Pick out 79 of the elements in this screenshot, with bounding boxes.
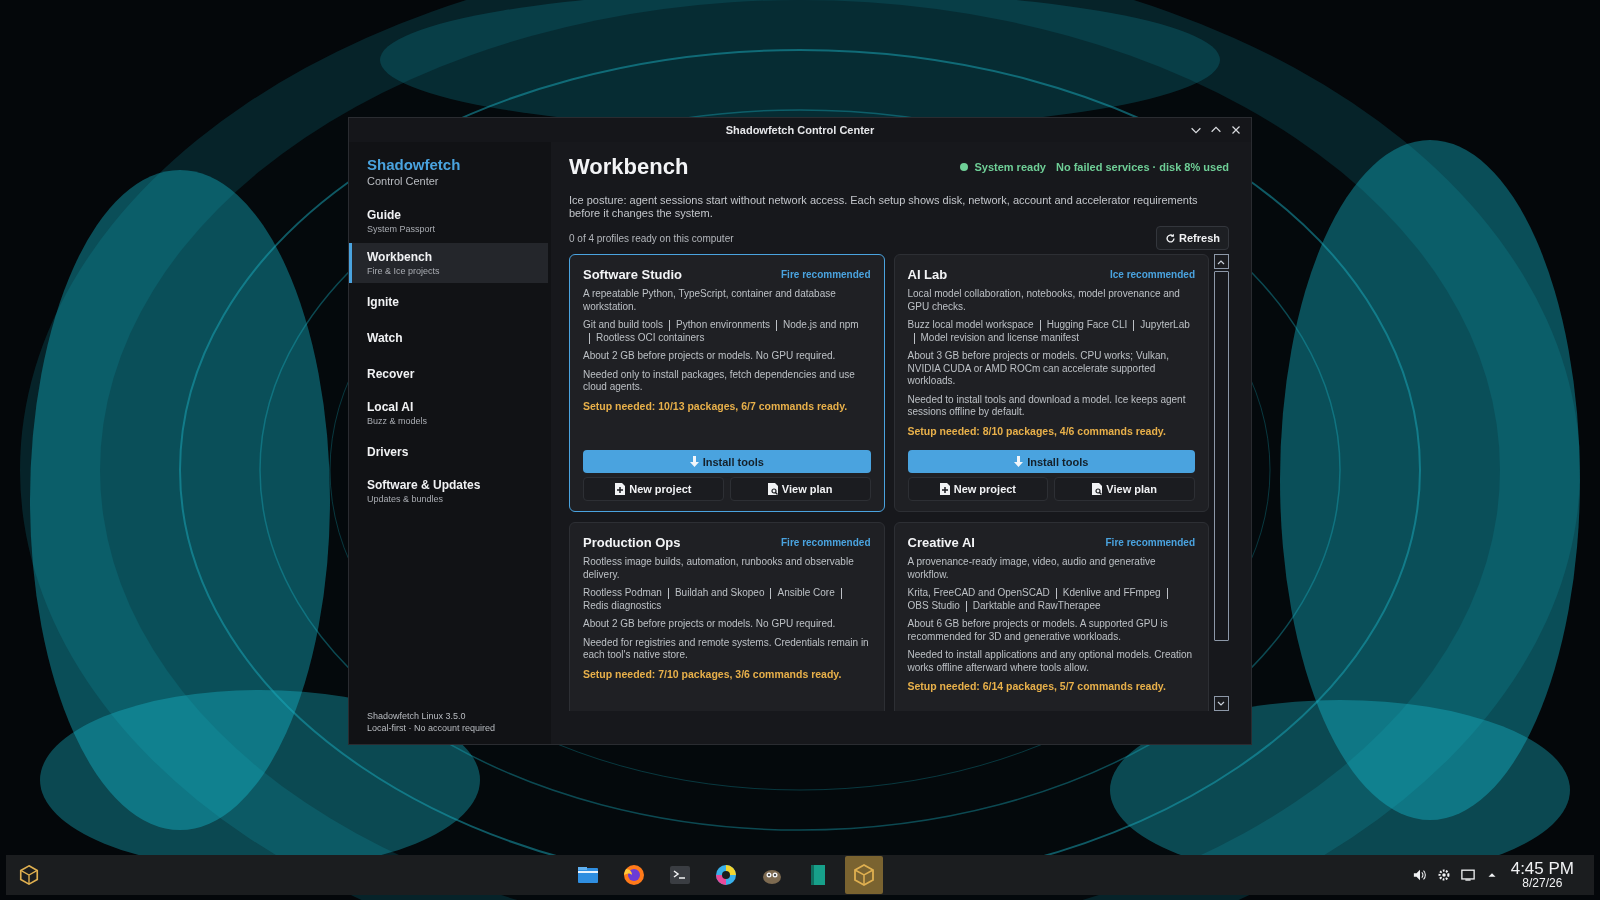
item-label: Software & Updates [367,478,482,492]
setup-status: Setup needed: 8/10 packages, 4/6 commands ready. [907,424,1167,438]
tool-name: OBS Studio [907,599,960,612]
status-detail: No failed services · disk 8% used [1055,161,1229,173]
card-description: A provenance-ready image, video, audio and generative workflow. [907,556,1157,581]
install-button[interactable]: Install tools [907,450,1195,473]
tool-name: Darktable and RawTherapee [972,599,1101,612]
item-subtitle: System Passport [367,224,437,234]
disk-requirement: About 3 GB before projects or models. CPU works; Vulkan, NVIDIA CUDA or AMD ROCm can accelerate supported workloads. [907,350,1170,388]
item-label: Drivers [367,445,410,459]
sidebar-item[interactable]: Drivers [349,435,548,469]
item-label: Watch [367,331,404,345]
sidebar-item[interactable]: Workbench Fire & Ice projects [349,243,548,283]
version-text: Shadowfetch Linux 3.5.0 [367,710,467,722]
item-label: Workbench [367,250,434,264]
card-description: Local model collaboration, notebooks, model provenance and GPU checks. [907,288,1181,313]
card-description: Rootless image builds, automation, runbooks and observable delivery. [583,556,855,581]
tool-name: Buildah and Skopeo [674,587,765,600]
new-project-button[interactable]: New project [583,477,724,501]
tool-name: Model revision and license manifest [920,331,1079,344]
tool-name: Krita, FreeCAD and OpenSCAD [907,587,1050,600]
tool-name: Node.js and npm [783,319,859,332]
disk-requirement: About 6 GB before projects or models. A supported GPU is recommended for 3D and generative workloads. [907,618,1169,643]
tool-name: JupyterLab [1140,319,1190,332]
sidebar-item[interactable]: Ignite [349,285,548,319]
recommendation-label: Fire recommended [781,537,871,548]
recommendation-label: Fire recommended [781,269,871,280]
refresh-button[interactable]: Refresh [1156,226,1229,250]
network-requirement: Needed to install applications and any optional models. Creation works offline afterward where tools allow. [907,649,1194,674]
network-requirement: Needed only to install packages, fetch dependencies and use cloud agents. [583,368,856,394]
page-heading: Workbench [569,154,689,180]
install-button[interactable]: Install tools [583,450,871,473]
network-requirement: Needed for registries and remote systems. Credentials remain in each tool's native store. [583,636,870,662]
sidebar-item[interactable]: Software & Updates Updates & bundles [349,471,548,511]
card-title: Production Ops [583,535,681,550]
card-title: AI Lab [907,267,948,282]
setup-status: Setup needed: 10/13 packages, 6/7 commands ready. [583,399,849,413]
item-subtitle: Updates & bundles [367,494,445,504]
setup-status: Setup needed: 6/14 packages, 5/7 commands ready. [907,680,1167,693]
tool-name: Python environments [676,319,770,332]
sidebar-item[interactable]: Recover [349,357,548,391]
status-label: System ready [974,161,1046,173]
profile-summary: 0 of 4 profiles ready on this computer [569,232,734,244]
app-subtitle: Control Center [367,175,440,187]
app-name: Shadowfetch [367,156,462,173]
disk-requirement: About 2 GB before projects or models. No GPU required. [583,350,837,363]
network-requirement: Needed to install tools and download a model. Ice keeps agent sessions offline by default. [907,393,1187,419]
view-plan-button[interactable]: View plan [729,477,871,501]
card-title: Creative AI [907,535,975,550]
sidebar-item[interactable]: Local AI Buzz & models [349,393,548,433]
recommendation-label: Fire recommended [1105,537,1195,548]
setup-status: Setup needed: 7/10 packages, 3/6 commands ready. [583,667,843,681]
item-subtitle: Buzz & models [367,416,429,426]
disk-requirement: About 2 GB before projects or models. No GPU required. [583,618,837,631]
tool-name: Hugging Face CLI [1046,319,1128,332]
new-project-button[interactable]: New project [907,477,1049,501]
item-label: Guide [367,208,402,222]
tool-name: Git and build tools [583,319,664,332]
item-label: Local AI [367,400,415,414]
card-title: Software Studio [583,267,682,282]
view-plan-button[interactable]: View plan [1054,477,1195,501]
tool-name: Rootless OCI containers [596,331,705,344]
clock-date: 8/27/26 [1522,877,1563,890]
tool-name: Ansible Core [777,587,835,600]
item-subtitle: Fire & Ice projects [367,266,441,276]
item-label: Recover [367,367,416,381]
item-label: Ignite [367,295,400,309]
tool-name: Kdenlive and FFmpeg [1062,587,1161,600]
intro-text: Ice posture: agent sessions start without network access. Each setup shows disk, network, account and accelerator requirements before it changes the system. [569,194,1199,220]
card-description: A repeatable Python, TypeScript, container and database workstation. [583,288,837,313]
tool-name: Rootless Podman [583,587,662,600]
tool-name: Buzz local model workspace [907,319,1034,332]
tool-name: Redis diagnostics [583,599,662,612]
sidebar-item[interactable]: Guide System Passport [349,201,548,241]
window-title: Shadowfetch Control Center [725,124,875,136]
recommendation-label: Ice recommended [1109,269,1195,280]
version-text: Local-first · No account required [367,722,497,734]
sidebar-item[interactable]: Watch [349,321,548,355]
clock-time: 4:45 PM [1510,860,1574,877]
